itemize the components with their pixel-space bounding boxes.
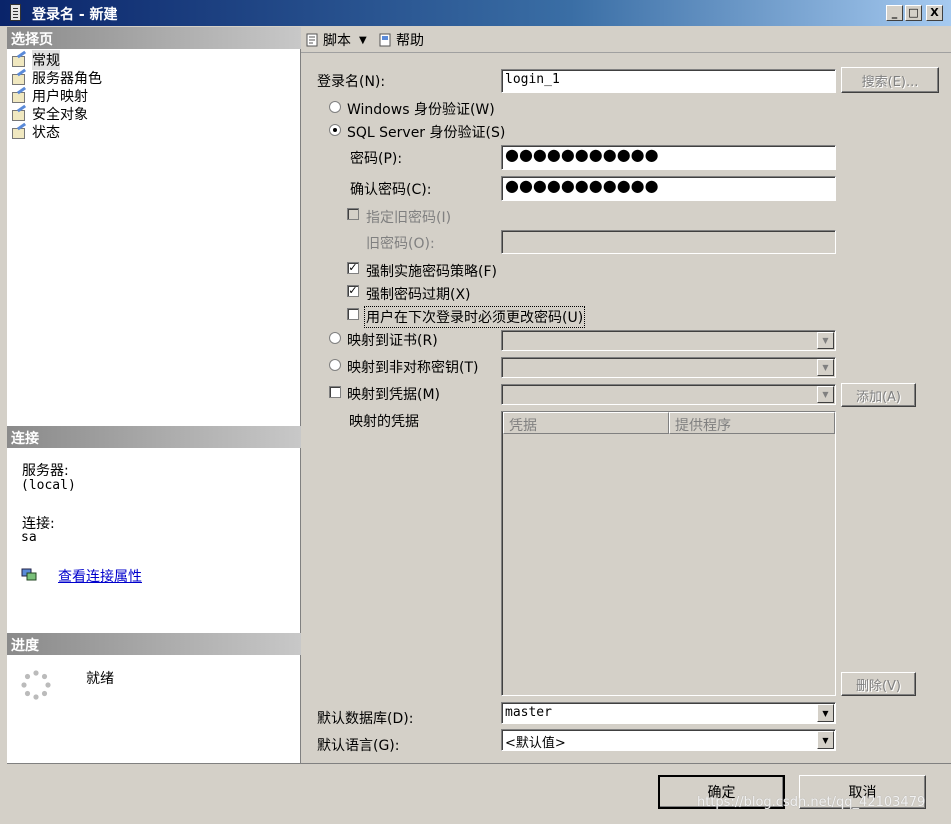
left-pane: 选择页 常规 服务器角色 用户映射 安全对象 状态 连接 服务器: (local… — [7, 27, 301, 763]
sidebar-item-securables[interactable]: 安全对象 — [11, 105, 88, 123]
map-certificate-label: 映射到证书(R) — [347, 333, 438, 349]
confirm-password-input[interactable]: ●●●●●●●●●●● — [501, 176, 836, 201]
chevron-down-icon[interactable]: ▼ — [817, 332, 834, 349]
help-label: 帮助 — [396, 33, 424, 49]
sidebar-item-status[interactable]: 状态 — [11, 123, 60, 141]
default-database-select[interactable]: master ▼ — [501, 702, 836, 724]
sidebar-item-label: 服务器角色 — [32, 71, 102, 87]
must-change-password-label: 用户在下次登录时必须更改密码(U) — [364, 306, 586, 328]
enforce-policy-checkbox[interactable]: ✓ — [347, 262, 359, 274]
progress-header: 进度 — [7, 633, 301, 655]
select-page-header: 选择页 — [7, 27, 301, 49]
windows-auth-radio[interactable] — [329, 101, 341, 113]
window-title: 登录名 - 新建 — [32, 7, 118, 23]
map-asymmetric-key-label: 映射到非对称密钥(T) — [347, 360, 479, 376]
chevron-down-icon[interactable]: ▼ — [817, 731, 834, 749]
script-label: 脚本 — [323, 33, 351, 49]
password-label: 密码(P): — [350, 151, 403, 167]
chevron-down-icon[interactable]: ▼ — [817, 386, 834, 403]
sidebar-item-label: 用户映射 — [32, 89, 88, 105]
chevron-down-icon[interactable]: ▼ — [359, 35, 367, 46]
login-name-value: login_1 — [505, 72, 560, 87]
view-connection-properties-link[interactable]: 查看连接属性 — [58, 566, 142, 586]
close-button[interactable]: X — [926, 5, 943, 21]
maximize-button[interactable]: □ — [905, 5, 922, 21]
credential-column-header[interactable]: 凭据 — [503, 412, 669, 434]
document-icon — [10, 4, 21, 21]
title-bar[interactable]: 登录名 - 新建 _ □ X — [0, 0, 951, 26]
watermark: https://blog.csdn.net/qq_42103479 — [697, 795, 926, 810]
sql-auth-label: SQL Server 身份验证(S) — [347, 125, 506, 141]
help-icon — [378, 33, 392, 47]
provider-column-header[interactable]: 提供程序 — [669, 412, 835, 434]
login-name-input[interactable]: login_1 — [501, 69, 836, 93]
default-database-label: 默认数据库(D): — [317, 711, 414, 727]
asymmetric-key-select[interactable]: ▼ — [501, 357, 836, 378]
enforce-policy-label: 强制实施密码策略(F) — [366, 264, 497, 280]
windows-auth-label: Windows 身份验证(W) — [347, 102, 495, 118]
specify-old-password-checkbox[interactable] — [347, 208, 359, 220]
page-icon — [11, 71, 27, 85]
chevron-down-icon[interactable]: ▼ — [817, 704, 834, 722]
connection-value: sa — [21, 530, 37, 545]
old-password-input[interactable] — [501, 230, 836, 254]
page-icon — [11, 89, 27, 103]
search-button[interactable]: 搜索(E)... — [841, 67, 939, 93]
mapped-credentials-grid[interactable]: 凭据 提供程序 — [501, 411, 836, 696]
sql-auth-radio[interactable] — [329, 124, 341, 136]
page-icon — [11, 125, 27, 139]
mapped-credentials-label: 映射的凭据 — [349, 414, 419, 430]
confirm-password-label: 确认密码(C): — [350, 182, 432, 198]
chevron-down-icon[interactable]: ▼ — [817, 359, 834, 376]
map-credential-checkbox[interactable] — [329, 386, 341, 398]
sidebar-item-label: 常规 — [32, 50, 60, 70]
server-label: 服务器: — [22, 463, 69, 479]
script-button[interactable]: 脚本 ▼ — [305, 30, 367, 50]
default-language-label: 默认语言(G): — [317, 738, 400, 754]
map-certificate-radio[interactable] — [329, 332, 341, 344]
sidebar-item-server-roles[interactable]: 服务器角色 — [11, 69, 102, 87]
must-change-password-checkbox[interactable] — [347, 308, 359, 320]
default-database-value: master — [505, 705, 552, 720]
password-value: ●●●●●●●●●●● — [505, 145, 659, 164]
enforce-expiration-checkbox[interactable]: ✓ — [347, 285, 359, 297]
progress-spinner-icon — [21, 670, 51, 700]
password-input[interactable]: ●●●●●●●●●●● — [501, 145, 836, 170]
connection-header: 连接 — [7, 426, 301, 448]
sidebar-item-user-mapping[interactable]: 用户映射 — [11, 87, 88, 105]
login-name-label: 登录名(N): — [317, 74, 386, 90]
page-icon — [11, 107, 27, 121]
help-button[interactable]: 帮助 — [378, 30, 424, 50]
connection-properties-icon — [21, 567, 37, 581]
map-asymmetric-key-radio[interactable] — [329, 359, 341, 371]
toolbar: 脚本 ▼ 帮助 — [301, 27, 951, 53]
default-language-value: <默认值> — [505, 736, 566, 751]
default-language-select[interactable]: <默认值> ▼ — [501, 729, 836, 751]
specify-old-password-label: 指定旧密码(I) — [366, 210, 452, 226]
map-credential-label: 映射到凭据(M) — [347, 387, 441, 403]
sidebar-item-label: 状态 — [32, 125, 60, 141]
progress-status: 就绪 — [86, 671, 114, 687]
old-password-label: 旧密码(O): — [366, 236, 435, 252]
confirm-password-value: ●●●●●●●●●●● — [505, 176, 659, 195]
certificate-select[interactable]: ▼ — [501, 330, 836, 351]
remove-button[interactable]: 删除(V) — [841, 672, 916, 696]
page-icon — [11, 53, 27, 67]
server-value: (local) — [21, 478, 76, 493]
add-button[interactable]: 添加(A) — [841, 383, 916, 407]
sidebar-item-general[interactable]: 常规 — [11, 50, 60, 70]
minimize-button[interactable]: _ — [886, 5, 903, 21]
script-icon — [305, 33, 319, 47]
credential-select[interactable]: ▼ — [501, 384, 836, 405]
sidebar-item-label: 安全对象 — [32, 107, 88, 123]
enforce-expiration-label: 强制密码过期(X) — [366, 287, 471, 303]
